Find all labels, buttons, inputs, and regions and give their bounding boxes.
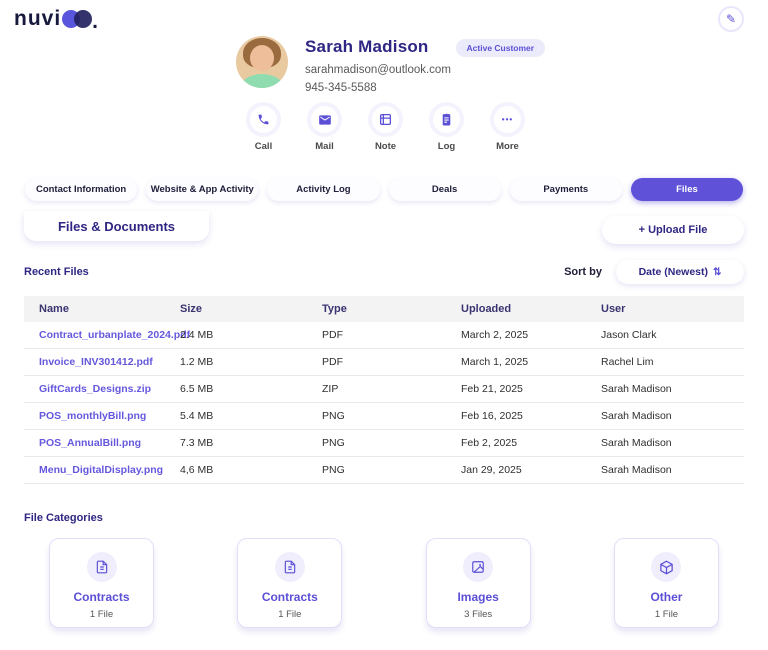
contact-profile: Sarah Madison Active Customer sarahmadis… — [0, 36, 768, 94]
page-title: Files & Documents — [24, 211, 209, 241]
table-header: Name Size Type Uploaded User — [24, 296, 744, 322]
call-button[interactable]: Call — [233, 106, 294, 152]
file-link[interactable]: Menu_DigitalDisplay.png — [39, 464, 180, 476]
contact-phone: 945-345-5588 — [305, 82, 377, 94]
column-type: Type — [322, 303, 347, 315]
tab-website-app-activity[interactable]: Website & App Activity — [146, 178, 259, 201]
contact-name: Sarah Madison — [305, 37, 429, 56]
logo-dot: . — [92, 10, 99, 33]
sort-dropdown[interactable]: Date (Newest) ⇅ — [616, 260, 744, 284]
logo-double-circle-icon — [62, 10, 93, 28]
tab-payments[interactable]: Payments — [509, 178, 622, 201]
quick-actions: Call Mail Note Log ••• More — [0, 106, 768, 152]
file-categories: Contracts 1 File Contracts 1 File Images… — [49, 538, 719, 628]
table-row: GiftCards_Designs.zip 6.5 MB ZIP Feb 21,… — [24, 376, 744, 403]
category-card-contracts-2[interactable]: Contracts 1 File — [237, 538, 343, 628]
column-name: Name — [39, 303, 69, 315]
table-row: Invoice_INV301412.pdf 1.2 MB PDF March 1… — [24, 349, 744, 376]
document-icon — [86, 552, 117, 582]
category-card-contracts-1[interactable]: Contracts 1 File — [49, 538, 154, 628]
column-size: Size — [180, 303, 203, 315]
table-row: Contract_urbanplate_2024.pdf 2.4 MB PDF … — [24, 322, 744, 349]
column-user: User — [601, 303, 626, 315]
file-link[interactable]: GiftCards_Designs.zip — [39, 383, 180, 395]
pencil-icon: ✎ — [725, 12, 737, 26]
log-button[interactable]: Log — [416, 106, 477, 152]
sort-arrows-icon: ⇅ — [713, 266, 722, 278]
mail-icon — [318, 113, 332, 127]
file-categories-title: File Categories — [24, 512, 103, 524]
file-link[interactable]: Contract_urbanplate_2024.pdf — [39, 329, 190, 341]
file-link[interactable]: POS_monthlyBill.png — [39, 410, 180, 422]
tab-files[interactable]: Files — [630, 178, 744, 201]
category-card-images[interactable]: Images 3 Files — [425, 538, 531, 628]
file-link[interactable]: Invoice_INV301412.pdf — [39, 356, 180, 368]
tab-deals[interactable]: Deals — [388, 178, 501, 201]
file-link[interactable]: POS_AnnualBill.png — [39, 437, 180, 449]
image-icon — [463, 552, 494, 582]
document-icon — [274, 552, 305, 582]
top-bar: nuvi . ✎ — [0, 0, 768, 40]
tab-activity-log[interactable]: Activity Log — [267, 178, 380, 201]
contact-tabs: Contact Information Website & App Activi… — [25, 178, 744, 201]
sort-by-label: Sort by — [564, 266, 602, 278]
column-uploaded: Uploaded — [461, 303, 512, 315]
status-badge: Active Customer — [455, 39, 546, 57]
cube-icon — [651, 552, 682, 582]
recent-files-table: Name Size Type Uploaded User Contract_ur… — [24, 296, 744, 484]
avatar — [236, 36, 288, 88]
sort-value: Date (Newest) — [638, 266, 709, 278]
contact-email: sarahmadison@outlook.com — [305, 64, 451, 76]
table-row: POS_AnnualBill.png 7.3 MB PNG Feb 2, 202… — [24, 430, 744, 457]
tab-contact-information[interactable]: Contact Information — [25, 178, 138, 201]
table-row: POS_monthlyBill.png 5.4 MB PNG Feb 16, 2… — [24, 403, 744, 430]
phone-icon — [257, 113, 270, 126]
note-icon — [379, 113, 392, 126]
table-row: Menu_DigitalDisplay.png 4,6 MB PNG Jan 2… — [24, 457, 744, 484]
note-button[interactable]: Note — [355, 106, 416, 152]
more-icon: ••• — [501, 115, 514, 124]
upload-file-button[interactable]: + Upload File — [602, 216, 744, 244]
log-icon — [440, 113, 453, 126]
more-button[interactable]: ••• More — [477, 106, 538, 152]
category-card-other[interactable]: Other 1 File — [613, 538, 719, 628]
logo-text: nuvi — [14, 7, 62, 30]
recent-files-title: Recent Files — [24, 266, 89, 278]
mail-button[interactable]: Mail — [294, 106, 355, 152]
edit-button[interactable]: ✎ — [718, 6, 744, 32]
nuvio-logo: nuvi . — [14, 7, 99, 33]
